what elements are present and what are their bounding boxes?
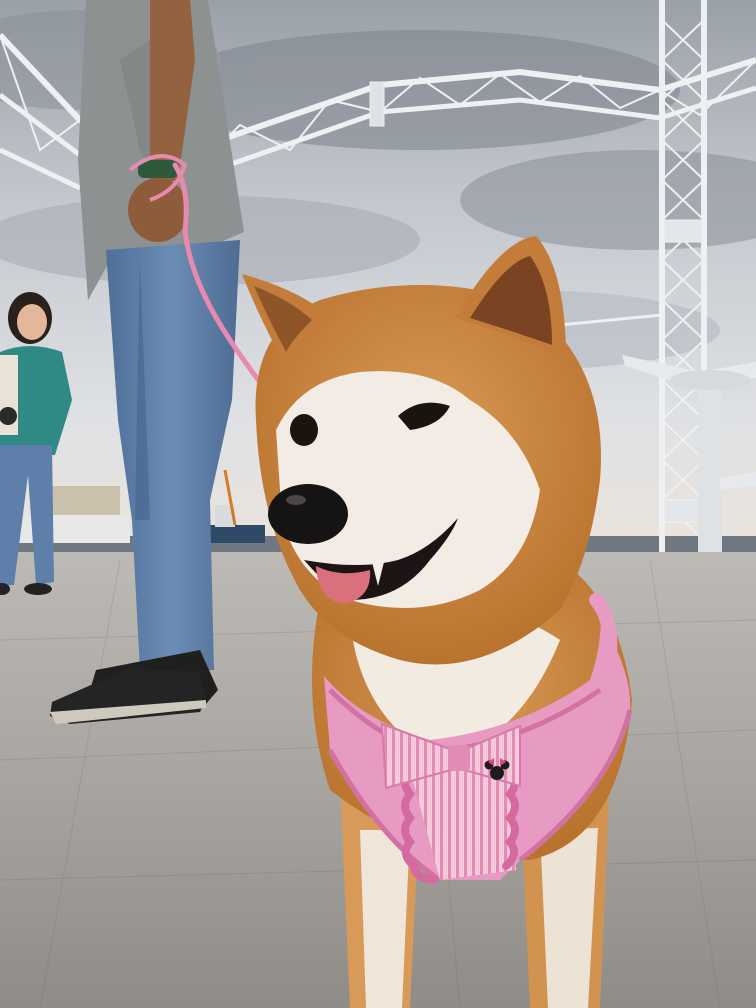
dog-left-eye (290, 414, 318, 446)
photo-canvas (0, 0, 756, 1008)
dog-nose (268, 484, 348, 544)
photo-scene (0, 0, 756, 1008)
